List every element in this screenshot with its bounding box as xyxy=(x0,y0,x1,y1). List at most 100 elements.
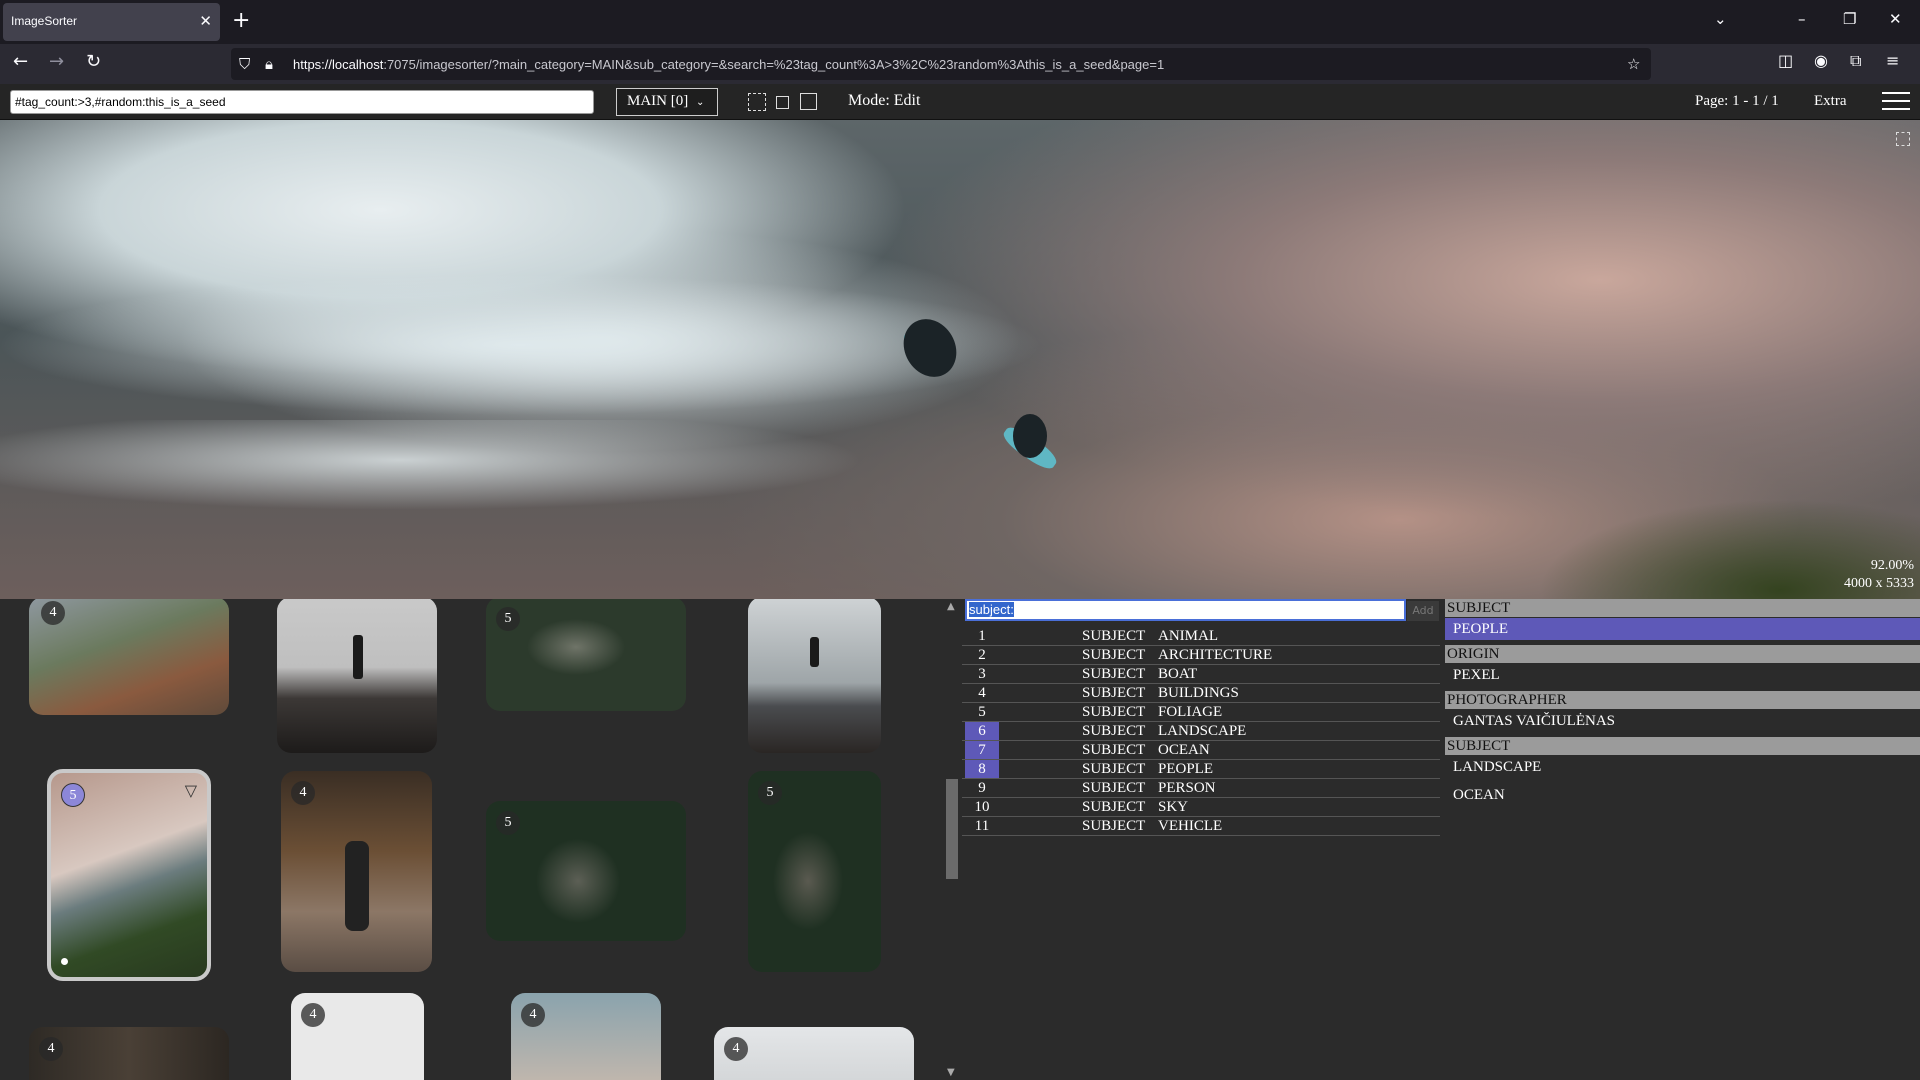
url-text[interactable]: https://localhost:7075/imagesorter/?main… xyxy=(293,57,1164,72)
thumbnail[interactable]: 4 xyxy=(291,993,424,1080)
tab-title: ImageSorter xyxy=(11,14,78,28)
tag-count-badge: 4 xyxy=(39,1037,63,1061)
tag-number: 8 xyxy=(965,760,999,778)
tag-number: 3 xyxy=(978,666,986,682)
extensions-icon[interactable]: ⧉ xyxy=(1850,51,1861,71)
tag-name: SKY xyxy=(1158,799,1189,815)
url-host: https://localhost xyxy=(293,57,384,72)
tag-count-badge: 5 xyxy=(758,781,782,805)
tag-row[interactable]: 5 SUBJECT FOLIAGE xyxy=(962,703,1440,722)
browser-tab-bar: ImageSorter ✕ + ⌄ – ❐ ✕ xyxy=(0,0,1920,44)
thumbnail[interactable]: 4 xyxy=(29,599,229,715)
thumbnail[interactable]: 4 xyxy=(281,771,432,972)
thumbnail[interactable]: 4 xyxy=(511,993,661,1080)
tag-list-panel: subject: Add 1 SUBJECT ANIMAL 2 SUBJECT ARCHI… xyxy=(962,599,1440,1080)
layout-large-icon[interactable] xyxy=(800,93,817,110)
shield-icon[interactable]: ⛉ xyxy=(239,55,250,73)
assigned-tag[interactable]: PEOPLE xyxy=(1445,618,1920,640)
scroll-down-icon[interactable]: ▼ xyxy=(947,1067,955,1078)
scroll-up-icon[interactable]: ▲ xyxy=(947,601,955,612)
assigned-tag[interactable]: PEXEL xyxy=(1445,664,1920,686)
tag-name: PEOPLE xyxy=(1158,761,1214,777)
tag-row[interactable]: 10 SUBJECT SKY xyxy=(962,798,1440,817)
back-icon[interactable]: ← xyxy=(13,51,28,72)
layout-small-icon[interactable] xyxy=(748,93,766,111)
new-tab-icon[interactable]: + xyxy=(232,8,250,33)
image-preview[interactable]: 92.00% 4000 x 5333 xyxy=(0,120,1920,599)
tag-category: SUBJECT xyxy=(1082,685,1146,701)
forward-icon[interactable]: → xyxy=(49,51,64,72)
fullscreen-icon[interactable] xyxy=(1896,132,1910,146)
scroll-thumb[interactable] xyxy=(946,779,958,879)
app-toolbar: MAIN [0] ⌄ Mode: Edit Page: 1 - 1 / 1 Ex… xyxy=(0,84,1920,120)
wave-foam xyxy=(0,270,1050,420)
thumbnail[interactable]: 4 xyxy=(29,1027,229,1080)
surfer xyxy=(1013,414,1047,458)
account-icon[interactable]: ◉ xyxy=(1814,51,1828,70)
thumbnail[interactable] xyxy=(277,599,437,753)
browser-nav-bar: ← → ↻ ⛉ 🔒︎ https://localhost:7075/images… xyxy=(0,44,1920,84)
list-tabs-icon[interactable]: ⌄ xyxy=(1714,10,1727,28)
image-dimensions: 4000 x 5333 xyxy=(1844,576,1914,591)
restore-icon[interactable]: ❐ xyxy=(1843,10,1856,28)
lock-icon[interactable]: 🔒︎ xyxy=(265,55,273,73)
person-figure xyxy=(353,635,363,679)
tag-count-badge: 5 xyxy=(496,607,520,631)
assigned-group-header: SUBJECT xyxy=(1445,599,1920,617)
tag-row[interactable]: 3 SUBJECT BOAT xyxy=(962,665,1440,684)
tag-name: PERSON xyxy=(1158,780,1216,796)
tag-input-value: subject: xyxy=(969,602,1014,617)
thumbnail-selected[interactable]: 5 ▽ xyxy=(47,769,211,981)
tag-number: 6 xyxy=(965,722,999,740)
tag-name: ANIMAL xyxy=(1158,628,1218,644)
tag-row[interactable]: 2 SUBJECT ARCHITECTURE xyxy=(962,646,1440,665)
thumbnail[interactable]: 5 xyxy=(748,771,881,972)
close-window-icon[interactable]: ✕ xyxy=(1889,10,1902,28)
tag-input[interactable]: subject: xyxy=(965,599,1406,621)
mode-toggle[interactable]: Mode: Edit xyxy=(848,92,920,110)
tag-count-badge: 4 xyxy=(724,1037,748,1061)
assigned-tag[interactable]: GANTAS VAIČIULĖNAS xyxy=(1445,710,1920,732)
assigned-tag[interactable]: LANDSCAPE xyxy=(1445,756,1920,778)
tag-category: SUBJECT xyxy=(1082,780,1146,796)
tag-name: LANDSCAPE xyxy=(1158,723,1247,739)
tag-row[interactable]: 4 SUBJECT BUILDINGS xyxy=(962,684,1440,703)
assigned-tag[interactable]: OCEAN xyxy=(1445,784,1920,806)
tag-row[interactable]: 1 SUBJECT ANIMAL xyxy=(962,627,1440,646)
url-bar[interactable]: ⛉ 🔒︎ https://localhost:7075/imagesorter/… xyxy=(231,48,1651,80)
thumbnail[interactable] xyxy=(748,599,881,753)
tag-row[interactable]: 7 SUBJECT OCEAN xyxy=(962,741,1440,760)
browser-tab[interactable]: ImageSorter ✕ xyxy=(3,3,220,41)
tag-category: SUBJECT xyxy=(1082,742,1146,758)
thumbnail[interactable]: 4 xyxy=(714,1027,914,1080)
bookmark-star-icon[interactable]: ☆ xyxy=(1627,55,1640,73)
thumbnail[interactable]: 5 xyxy=(486,801,686,941)
triangle-down-icon[interactable]: ▽ xyxy=(185,781,197,800)
dot-indicator xyxy=(61,958,68,965)
minimize-icon[interactable]: – xyxy=(1798,10,1806,28)
pocket-icon[interactable]: ◫ xyxy=(1778,51,1793,70)
layout-medium-icon[interactable] xyxy=(776,96,789,109)
grid-scrollbar[interactable]: ▲ ▼ xyxy=(942,599,962,1080)
tag-number: 9 xyxy=(978,780,986,796)
tag-row[interactable]: 9 SUBJECT PERSON xyxy=(962,779,1440,798)
tag-name: OCEAN xyxy=(1158,742,1210,758)
add-tag-button[interactable]: Add xyxy=(1407,601,1439,621)
tag-row[interactable]: 6 SUBJECT LANDSCAPE xyxy=(962,722,1440,741)
tag-number: 7 xyxy=(965,741,999,759)
search-input[interactable] xyxy=(10,90,594,114)
reload-icon[interactable]: ↻ xyxy=(86,51,101,72)
tag-number: 1 xyxy=(978,628,986,644)
assigned-group-header: ORIGIN xyxy=(1445,645,1920,663)
tag-row[interactable]: 11 SUBJECT VEHICLE xyxy=(962,817,1440,836)
category-select[interactable]: MAIN [0] ⌄ xyxy=(616,88,718,116)
assigned-group-header: PHOTOGRAPHER xyxy=(1445,691,1920,709)
extra-button[interactable]: Extra xyxy=(1814,93,1846,110)
thumbnail-grid: 4 5 5 ▽ 4 5 5 4 4 4 4 xyxy=(0,599,942,1080)
close-tab-icon[interactable]: ✕ xyxy=(199,12,212,30)
tag-row[interactable]: 8 SUBJECT PEOPLE xyxy=(962,760,1440,779)
wave-foam-lower xyxy=(0,420,900,540)
tag-category: SUBJECT xyxy=(1082,647,1146,663)
thumbnail[interactable]: 5 xyxy=(486,599,686,711)
menu-icon[interactable]: ≡ xyxy=(1886,51,1899,70)
